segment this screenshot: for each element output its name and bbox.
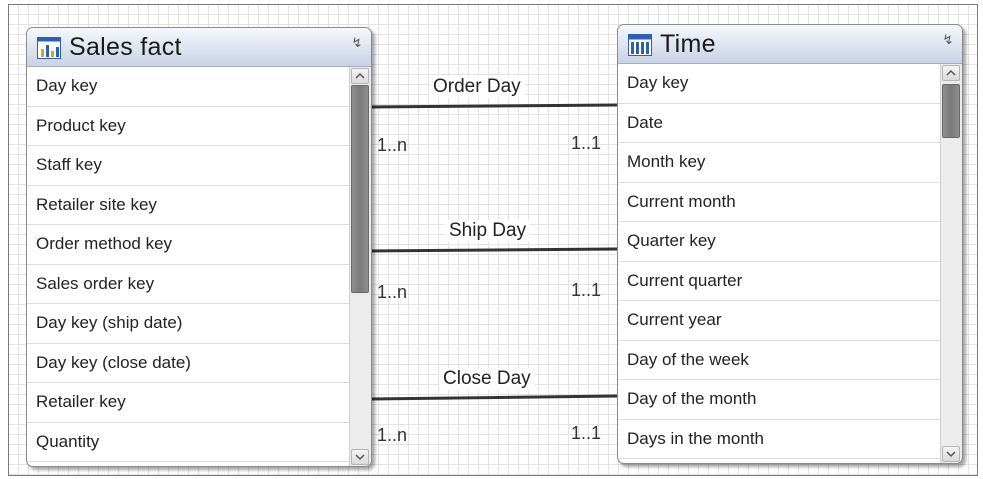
scroll-up-button[interactable]	[942, 65, 960, 81]
field-days-in-the-month[interactable]: Days in the month	[618, 420, 940, 459]
join-line-order-day[interactable]	[370, 103, 618, 109]
scroll-thumb[interactable]	[942, 84, 960, 138]
arrow-up-icon	[946, 69, 956, 76]
cardinality-right-order-day: 1..1	[571, 133, 602, 153]
dimension-table-icon	[628, 34, 652, 56]
relationship-label-order-day[interactable]: Order Day	[429, 76, 525, 98]
arrow-down-icon	[946, 451, 956, 458]
field-staff-key[interactable]: Staff key	[27, 146, 349, 186]
scroll-up-button[interactable]	[351, 68, 369, 84]
field-product-key[interactable]: Product key	[27, 107, 349, 146]
join-line-ship-day[interactable]	[370, 247, 618, 253]
cardinality-left-order-day: 1..n	[377, 135, 408, 155]
relationship-label-close-day[interactable]: Close Day	[439, 368, 535, 390]
scroll-thumb[interactable]	[351, 85, 369, 293]
field-day-key[interactable]: Day key	[27, 67, 349, 107]
field-current-month[interactable]: Current month	[618, 183, 940, 222]
time-table[interactable]: Time ↯ Day key Date Month key Current mo…	[617, 24, 963, 464]
collapse-chevron-icon[interactable]: ↯	[350, 36, 364, 50]
time-field-list: Day key Date Month key Current month Qua…	[618, 64, 940, 459]
cardinality-right-ship-day: 1..1	[571, 280, 602, 300]
cardinality-right-close-day: 1..1	[571, 423, 602, 443]
sales-fact-header[interactable]: Sales fact ↯	[27, 28, 371, 67]
field-current-year[interactable]: Current year	[618, 301, 940, 341]
field-day-key-close-date[interactable]: Day key (close date)	[27, 344, 349, 383]
field-retailer-key[interactable]: Retailer key	[27, 383, 349, 423]
field-order-method-key[interactable]: Order method key	[27, 225, 349, 265]
scroll-down-button[interactable]	[351, 449, 369, 465]
cardinality-left-ship-day: 1..n	[377, 282, 408, 302]
time-header[interactable]: Time ↯	[618, 25, 962, 64]
collapse-chevron-icon[interactable]: ↯	[941, 33, 955, 47]
fact-table-icon	[37, 37, 61, 59]
field-quarter-key[interactable]: Quarter key	[618, 222, 940, 262]
field-quantity[interactable]: Quantity	[27, 423, 349, 462]
cardinality-left-close-day: 1..n	[377, 425, 408, 445]
field-day-key[interactable]: Day key	[618, 64, 940, 104]
time-scrollbar[interactable]	[940, 64, 962, 463]
relationship-label-ship-day[interactable]: Ship Day	[445, 220, 531, 242]
arrow-down-icon	[355, 454, 365, 461]
scroll-down-button[interactable]	[942, 446, 960, 462]
time-title: Time	[660, 30, 716, 58]
field-day-of-the-month[interactable]: Day of the month	[618, 380, 940, 420]
sales-fact-table[interactable]: Sales fact ↯ Day key Product key Staff k…	[26, 27, 372, 467]
sales-fact-scrollbar[interactable]	[349, 67, 371, 466]
field-date[interactable]: Date	[618, 104, 940, 143]
field-retailer-site-key[interactable]: Retailer site key	[27, 186, 349, 225]
field-month-key[interactable]: Month key	[618, 143, 940, 183]
sales-fact-title: Sales fact	[69, 33, 182, 61]
model-diagram-canvas[interactable]: Order Day Ship Day Close Day 1..n 1..1 1…	[8, 4, 978, 476]
field-day-of-the-week[interactable]: Day of the week	[618, 341, 940, 380]
arrow-up-icon	[355, 72, 365, 79]
field-current-quarter[interactable]: Current quarter	[618, 262, 940, 301]
field-day-key-ship-date[interactable]: Day key (ship date)	[27, 304, 349, 344]
field-sales-order-key[interactable]: Sales order key	[27, 265, 349, 304]
join-line-close-day[interactable]	[370, 394, 618, 401]
sales-fact-field-list: Day key Product key Staff key Retailer s…	[27, 67, 349, 462]
